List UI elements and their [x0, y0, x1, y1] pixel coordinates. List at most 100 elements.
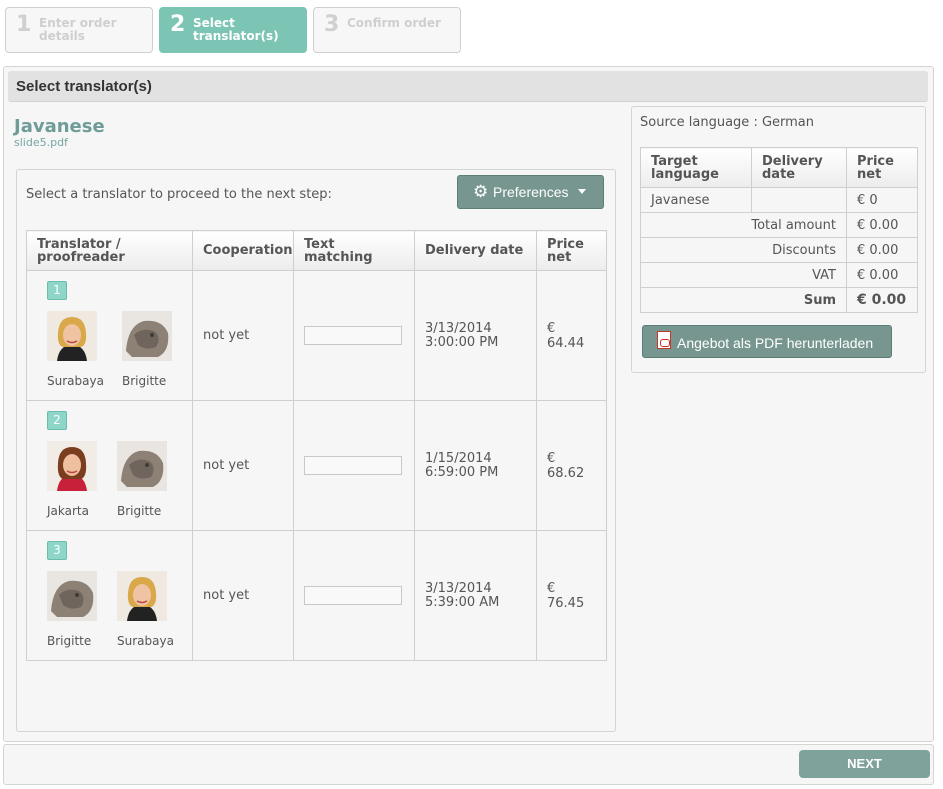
- total-row: Discounts € 0.00: [640, 237, 918, 263]
- proofreader-person[interactable]: Brigitte: [117, 441, 177, 518]
- footer-bar: [3, 744, 934, 785]
- sum-label: Sum: [640, 287, 847, 313]
- file-name: slide5.pdf: [14, 136, 68, 149]
- proofreader-person[interactable]: Surabaya: [117, 571, 177, 648]
- translator-cell[interactable]: 2 Jakarta Brigitte: [26, 400, 193, 531]
- proofreader-name: Brigitte: [117, 504, 162, 518]
- translator-cell[interactable]: 1 Surabaya Brigitte: [26, 270, 193, 401]
- delivery-time: 3:00:00 PM: [425, 334, 499, 350]
- table-row[interactable]: 2 Jakarta Brigitte not yet 1/15/2014 6:5…: [26, 400, 607, 531]
- translator-person[interactable]: Jakarta: [47, 441, 107, 518]
- step-number: 1: [16, 12, 32, 37]
- sum-row: Sum € 0.00: [640, 287, 918, 313]
- price-cell: € 68.62: [536, 400, 607, 531]
- summary-table: Target language Delivery date Price net …: [640, 147, 918, 313]
- rank-badge: 2: [47, 411, 67, 430]
- avatar: [117, 571, 167, 621]
- step-label: Enter order details: [39, 16, 117, 43]
- total-value: € 0.00: [846, 237, 918, 263]
- avatar: [117, 441, 167, 491]
- preferences-button[interactable]: ⚙ Preferences: [457, 175, 604, 209]
- header-price-net: Price net: [536, 230, 607, 271]
- rank-badge: 3: [47, 541, 67, 560]
- avatar: [122, 311, 172, 361]
- delivery-date-cell: 1/15/2014 6:59:00 PM: [414, 400, 537, 531]
- delivery-date: 1/15/2014: [425, 450, 492, 466]
- delivery-date: 3/13/2014: [425, 580, 492, 596]
- table-row[interactable]: 1 Surabaya Brigitte not yet 3/13/2014 3:…: [26, 270, 607, 401]
- header-cooperation: Cooperation: [192, 230, 294, 271]
- translator-cell[interactable]: 3 Brigitte Surabaya: [26, 530, 193, 661]
- instruction-text: Select a translator to proceed to the ne…: [26, 187, 332, 202]
- language-title: Javanese: [14, 116, 105, 137]
- price-cell: € 64.44: [536, 270, 607, 401]
- caret-down-icon: [578, 189, 586, 194]
- avatar: [47, 311, 97, 361]
- text-matching-bar: [304, 456, 402, 475]
- price-cell: € 76.45: [536, 530, 607, 661]
- download-pdf-button[interactable]: Angebot als PDF herunterladen: [642, 325, 892, 358]
- step-number: 2: [170, 12, 186, 37]
- total-label: Discounts: [640, 237, 847, 263]
- header-text-matching: Text matching: [293, 230, 415, 271]
- text-matching-cell: [293, 530, 415, 661]
- download-pdf-label: Angebot als PDF herunterladen: [677, 335, 874, 351]
- text-matching-bar: [304, 326, 402, 345]
- summary-header-row: Target language Delivery date Price net: [640, 147, 918, 188]
- delivery-date-cell: 3/13/2014 5:39:00 AM: [414, 530, 537, 661]
- header-translator: Translator / proofreader: [26, 230, 193, 271]
- step-label: Select translator(s): [193, 16, 279, 43]
- total-value: € 0.00: [846, 212, 918, 238]
- translator-person[interactable]: Brigitte: [47, 571, 107, 648]
- table-row[interactable]: 3 Brigitte Surabaya not yet 3/13/2014 5:…: [26, 530, 607, 661]
- cooperation-cell: not yet: [192, 400, 294, 531]
- header-target-language: Target language: [640, 147, 752, 188]
- cooperation-cell: not yet: [192, 270, 294, 401]
- translator-name: Jakarta: [47, 504, 89, 518]
- translator-name: Brigitte: [47, 634, 92, 648]
- next-button[interactable]: NEXT: [799, 750, 930, 778]
- proofreader-name: Brigitte: [122, 374, 167, 388]
- delivery-time: 5:39:00 AM: [425, 594, 500, 610]
- section-header: Select translator(s): [8, 71, 928, 102]
- translator-person[interactable]: Surabaya: [47, 311, 107, 388]
- total-label: VAT: [640, 262, 847, 288]
- text-matching-cell: [293, 270, 415, 401]
- table-header-row: Translator / proofreader Cooperation Tex…: [26, 230, 607, 271]
- avatar: [47, 441, 97, 491]
- gear-icon: ⚙: [473, 182, 489, 201]
- header-delivery-date: Delivery date: [414, 230, 537, 271]
- section-title: Select translator(s): [16, 78, 152, 95]
- cooperation-cell: not yet: [192, 530, 294, 661]
- step-confirm-order[interactable]: 3 Confirm order: [313, 7, 461, 53]
- step-select-translators[interactable]: 2 Select translator(s): [159, 7, 307, 53]
- total-value: € 0.00: [846, 262, 918, 288]
- delivery-date-cell: 3/13/2014 3:00:00 PM: [414, 270, 537, 401]
- text-matching-bar: [304, 586, 402, 605]
- summary-row: Javanese € 0: [640, 187, 918, 213]
- translator-name: Surabaya: [47, 374, 104, 388]
- step-number: 3: [324, 12, 340, 37]
- step-enter-order-details[interactable]: 1 Enter order details: [5, 7, 153, 53]
- preferences-label: Preferences: [493, 184, 569, 200]
- source-language: Source language : German: [640, 115, 815, 130]
- total-label: Total amount: [640, 212, 847, 238]
- delivery-time: 6:59:00 PM: [425, 464, 499, 480]
- translators-table: Translator / proofreader Cooperation Tex…: [26, 230, 607, 661]
- header-price-net: Price net: [846, 147, 918, 188]
- header-delivery-date: Delivery date: [751, 147, 847, 188]
- avatar: [47, 571, 97, 621]
- delivery-date: 3/13/2014: [425, 320, 492, 336]
- total-row: VAT € 0.00: [640, 262, 918, 288]
- text-matching-cell: [293, 400, 415, 531]
- proofreader-person[interactable]: Brigitte: [122, 311, 182, 388]
- sum-value: € 0.00: [846, 287, 918, 313]
- pdf-icon: [657, 331, 671, 349]
- step-label: Confirm order: [347, 16, 441, 30]
- rank-badge: 1: [47, 281, 67, 300]
- delivery-date-cell: [751, 187, 847, 213]
- target-language-cell: Javanese: [640, 187, 752, 213]
- proofreader-name: Surabaya: [117, 634, 174, 648]
- total-row: Total amount € 0.00: [640, 212, 918, 238]
- price-cell: € 0: [846, 187, 918, 213]
